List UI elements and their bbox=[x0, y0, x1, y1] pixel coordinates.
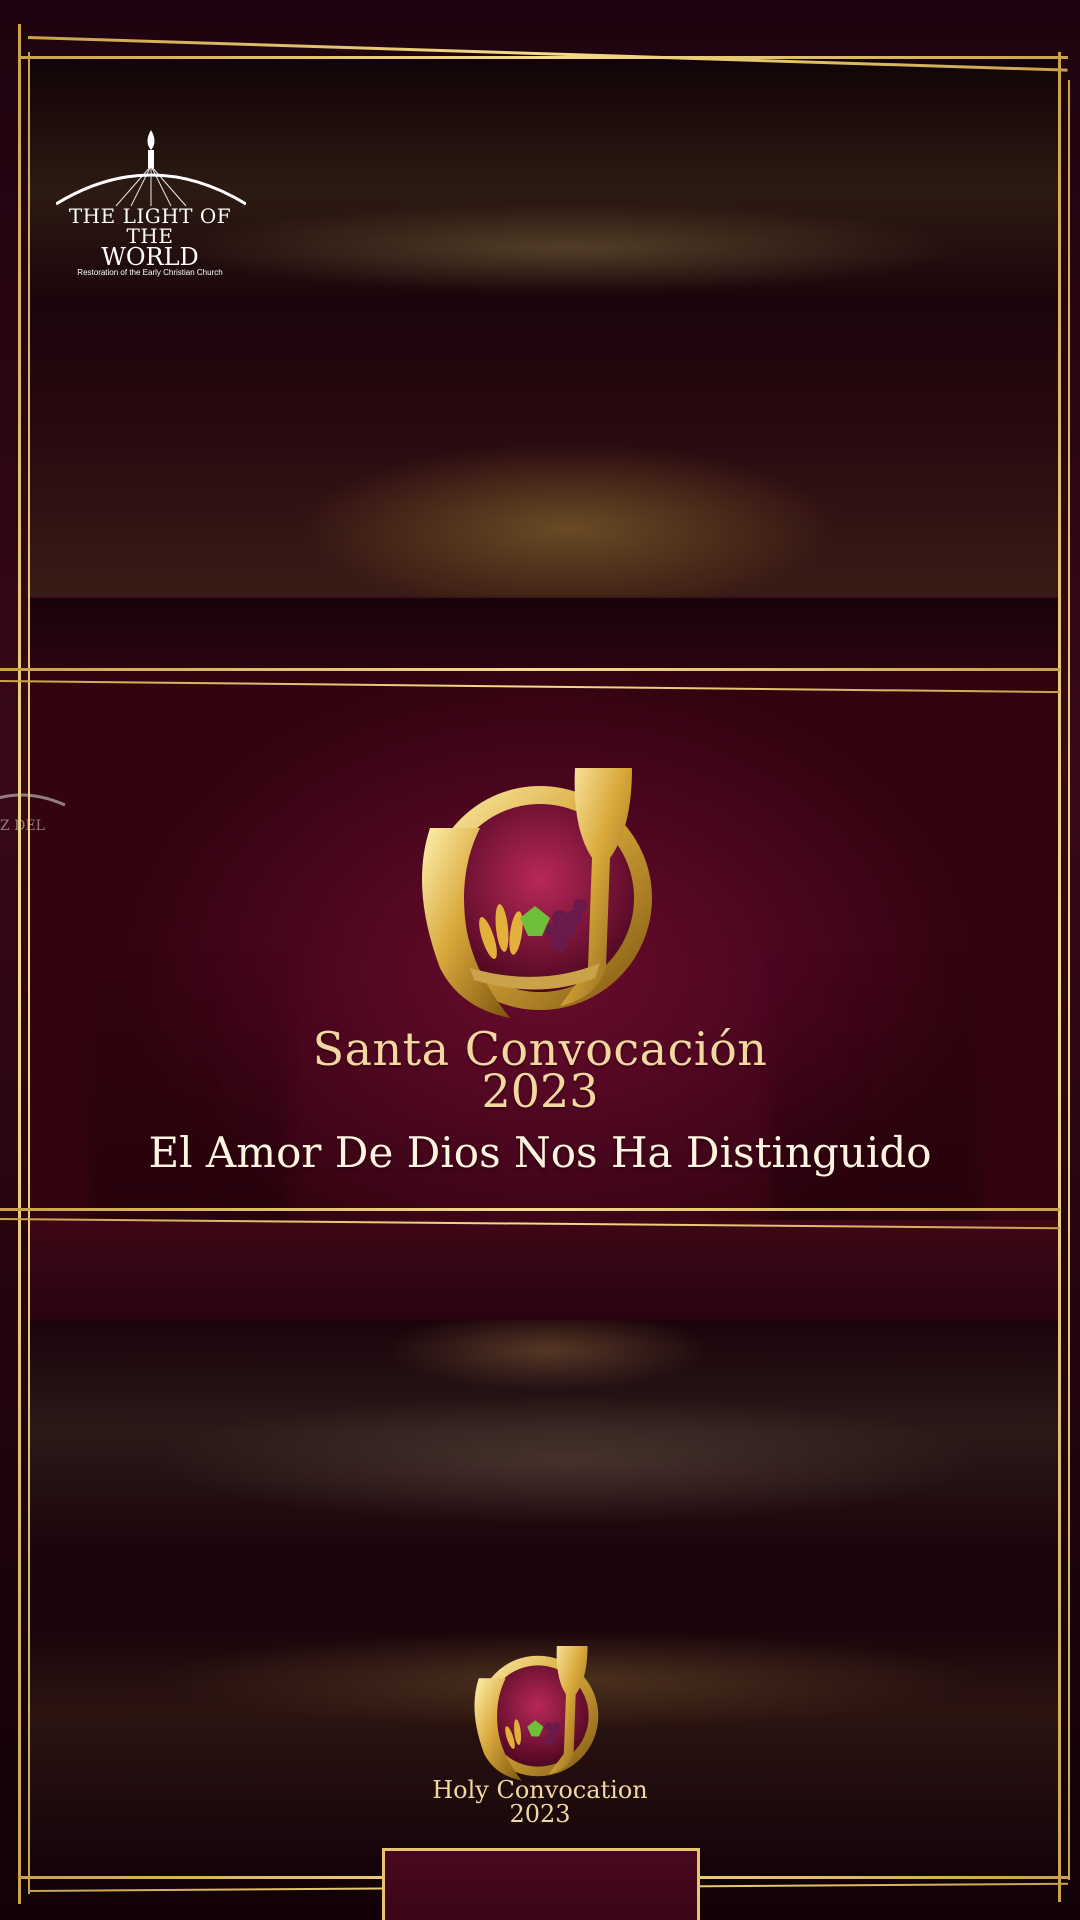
brand-line-2: WORLD bbox=[101, 243, 199, 271]
frame-line bbox=[18, 56, 1068, 59]
frame-line bbox=[0, 668, 1060, 671]
brand-line-1: THE LIGHT OF THE bbox=[68, 204, 232, 248]
brand-subtitle: Restoration of the Early Christian Churc… bbox=[77, 268, 223, 277]
svg-text:Z DEL: Z DEL bbox=[0, 818, 45, 834]
event-year-spanish: 2023 bbox=[481, 1064, 599, 1118]
chalice-wheat-grapes-emblem-icon bbox=[422, 768, 652, 1018]
organisation-logo-text: THE LIGHT OF THE WORLD Restoration of th… bbox=[60, 206, 240, 277]
maroon-panel-lower bbox=[28, 1220, 1060, 1320]
bottom-frame-tab bbox=[382, 1848, 700, 1920]
frame-line bbox=[1068, 80, 1070, 1880]
poster-canvas: Z DEL THE LIGHT OF THE WORLD Restoration… bbox=[0, 0, 1080, 1920]
chalice-wheat-grapes-emblem-small-icon bbox=[474, 1646, 599, 1781]
frame-line bbox=[0, 1208, 1060, 1211]
event-year-english: 2023 bbox=[509, 1800, 571, 1828]
frame-line bbox=[28, 52, 30, 1894]
event-tagline: El Amor De Dios Nos Ha Distinguido bbox=[148, 1128, 932, 1177]
faded-logo-icon: Z DEL bbox=[0, 793, 66, 834]
frame-line bbox=[1058, 52, 1061, 1902]
frame-line bbox=[18, 24, 21, 1904]
dark-strip bbox=[28, 598, 1060, 678]
